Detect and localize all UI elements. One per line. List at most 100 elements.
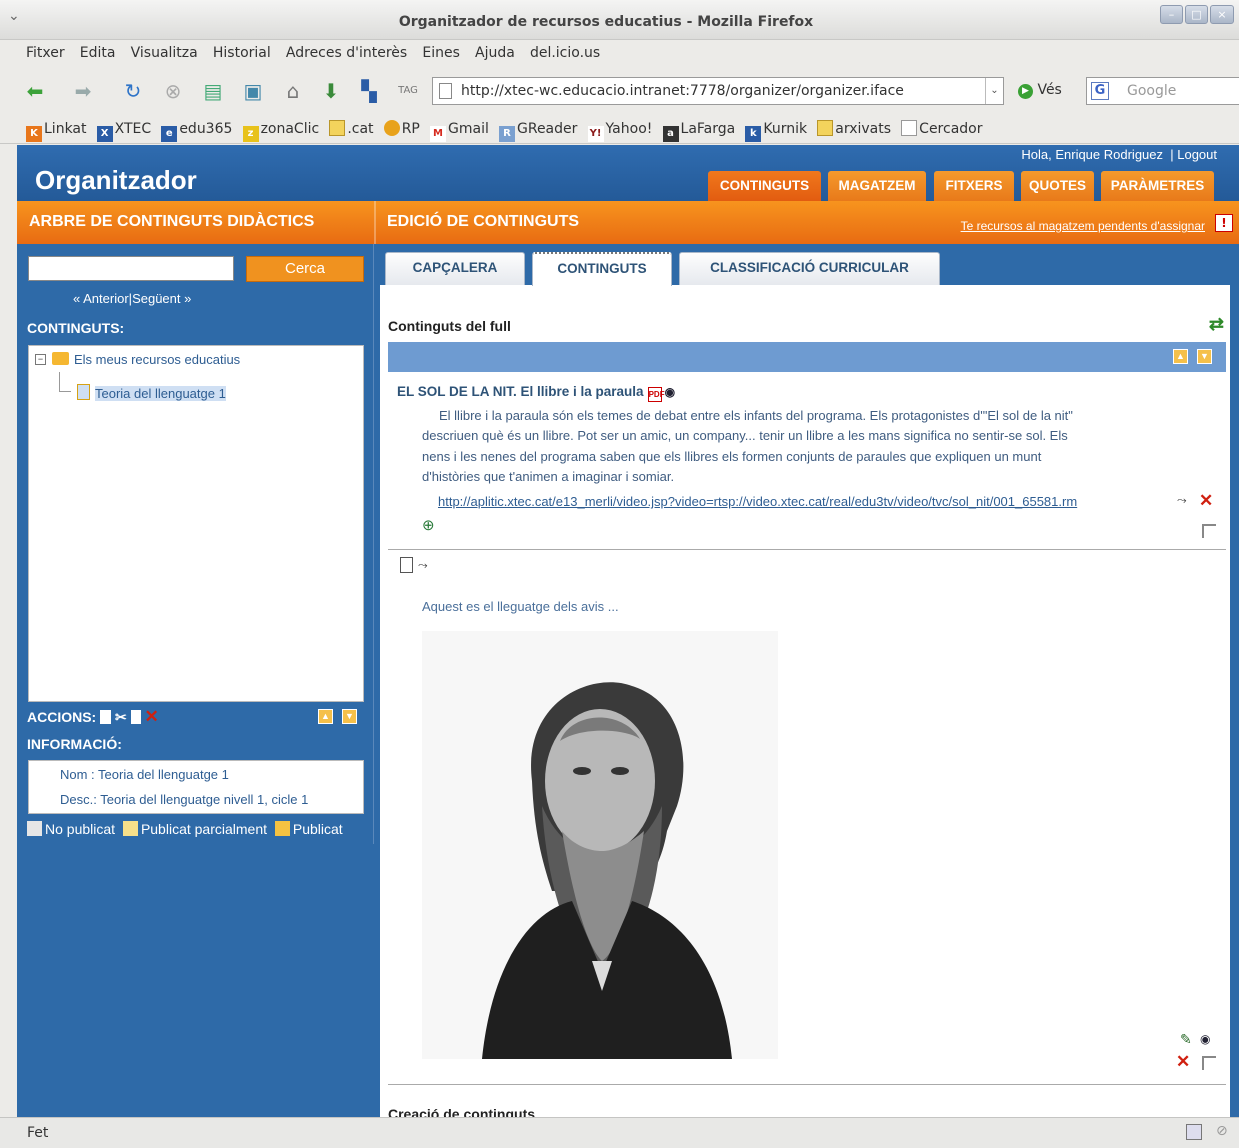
bookmark-label: Gmail <box>448 121 489 137</box>
url-bar[interactable]: http://xtec-wc.educacio.intranet:7778/or… <box>432 77 1004 105</box>
menu-historial[interactable]: Historial <box>213 40 271 66</box>
view-icon[interactable]: ◉ <box>1200 1032 1210 1046</box>
bookmark-label: .cat <box>347 121 374 137</box>
tab-capcalera[interactable]: CAPÇALERA <box>385 252 525 285</box>
reload-icon[interactable]: ↻ <box>120 78 146 104</box>
left-panel-title: ARBRE DE CONTINGUTS DIDÀCTICS <box>29 213 315 230</box>
bookmark-gmail[interactable]: M Gmail <box>430 116 489 142</box>
bookmark-xtec[interactable]: X XTEC <box>96 116 151 142</box>
google-icon[interactable]: G <box>1091 82 1109 100</box>
back-icon[interactable]: ⬅ <box>22 78 48 104</box>
folder-icon <box>329 120 346 136</box>
tab-fitxers[interactable]: FITXERS <box>934 171 1014 201</box>
tree-node-root[interactable]: − Els meus recursos educatius <box>35 352 240 367</box>
popup-icon[interactable] <box>1186 1124 1202 1140</box>
logout-link[interactable]: Logout <box>1177 147 1217 162</box>
bookmark-label: RP <box>401 121 420 137</box>
bookmark-label: arxivats <box>835 121 892 137</box>
divider <box>374 201 376 244</box>
menu-adreces[interactable]: Adreces d'interès <box>286 40 407 66</box>
tree-node-child[interactable]: Teoria del llenguatge 1 <box>77 384 226 401</box>
tab-magatzem[interactable]: MAGATZEM <box>828 171 926 201</box>
move-up-icon[interactable]: ▲ <box>318 709 333 724</box>
x-icon: X <box>96 126 113 142</box>
tag-icon[interactable]: TAG <box>395 78 421 104</box>
bookmark-yahoo[interactable]: Y! Yahoo! <box>587 116 652 142</box>
tab-continguts[interactable]: CONTINGUTS <box>708 171 821 201</box>
pending-resources-link[interactable]: Te recursos al magatzem pendents d'assig… <box>961 219 1205 233</box>
warning-icon[interactable]: ! <box>1215 214 1233 232</box>
menu-delicious[interactable]: del.icio.us <box>530 40 600 66</box>
download-icon[interactable]: ⬇ <box>318 78 344 104</box>
maximize-icon[interactable]: □ <box>1185 5 1208 24</box>
bookmark-cat[interactable]: .cat <box>329 116 374 142</box>
bookmark-linkat[interactable]: K Linkat <box>26 116 87 142</box>
move-down-icon[interactable]: ▼ <box>1197 349 1212 364</box>
bookmark-greader[interactable]: R GReader <box>499 116 577 142</box>
delete-icon[interactable]: ✕ <box>145 707 159 726</box>
new-tab-icon[interactable]: ▣ <box>240 78 266 104</box>
bookmark-arxivats[interactable]: arxivats <box>817 116 891 142</box>
bookmark-label: zonaClic <box>260 121 320 137</box>
sidebar-icon[interactable]: ▚ <box>356 78 382 104</box>
bookmark-lafarga[interactable]: a LaFarga <box>662 116 735 142</box>
legend-swatch <box>122 821 138 836</box>
paste-icon[interactable] <box>130 710 141 724</box>
cut-icon[interactable]: ✂ <box>115 709 127 725</box>
select-checkbox[interactable] <box>1202 524 1216 538</box>
next-icon[interactable]: » <box>184 291 191 306</box>
search-button[interactable]: Cerca <box>246 256 364 282</box>
tab-parametres[interactable]: PARÀMETRES <box>1101 171 1214 201</box>
web-resource-icon[interactable]: ⊕ <box>422 516 435 534</box>
menu-ajuda[interactable]: Ajuda <box>475 40 515 66</box>
edit-icon[interactable]: ✎ <box>1180 1031 1192 1048</box>
left-panel: Cerca « Anterior|Següent » CONTINGUTS: −… <box>17 244 374 1117</box>
tree-search-input[interactable] <box>28 256 234 281</box>
view-icon[interactable]: ◉ <box>665 385 675 399</box>
hide-icon[interactable]: ⤳ <box>1177 493 1187 508</box>
minimize-icon[interactable]: – <box>1160 5 1183 24</box>
web-search-input[interactable]: G Google <box>1086 77 1239 105</box>
hide-icon[interactable]: ⤳ <box>418 558 428 573</box>
bookmark-zonaclic[interactable]: z zonaClic <box>242 116 320 142</box>
delete-item-icon[interactable]: ✕ <box>1199 491 1213 511</box>
bookmark-edu365[interactable]: e edu365 <box>161 116 232 142</box>
menu-visualitza[interactable]: Visualitza <box>131 40 198 66</box>
page-scrollbar[interactable] <box>1230 244 1239 1117</box>
right-panel-title: EDICIÓ DE CONTINGUTS <box>387 213 580 230</box>
move-down-icon[interactable]: ▼ <box>342 709 357 724</box>
bookmark-cercador[interactable]: Cercador <box>901 116 983 142</box>
move-up-icon[interactable]: ▲ <box>1173 349 1188 364</box>
k-icon: k <box>745 126 762 142</box>
select-checkbox[interactable] <box>1202 1056 1216 1070</box>
tab-continguts-edit[interactable]: CONTINGUTS <box>532 252 672 286</box>
content-tree: − Els meus recursos educatius Teoria del … <box>28 345 364 702</box>
feed-icon: R <box>499 126 515 142</box>
menu-eines[interactable]: Eines <box>422 40 460 66</box>
text-document-icon[interactable] <box>400 557 413 573</box>
tab-classificacio[interactable]: CLASSIFICACIÓ CURRICULAR <box>679 252 940 285</box>
tab-quotes[interactable]: QUOTES <box>1021 171 1094 201</box>
prev-icon[interactable]: « <box>73 291 80 306</box>
go-button[interactable]: ▶ Vés <box>1018 82 1062 99</box>
stop-icon[interactable]: ⊗ <box>160 78 186 104</box>
url-dropdown-icon[interactable]: ⌄ <box>985 78 1003 104</box>
bookmark-kurnik[interactable]: k Kurnik <box>745 116 807 142</box>
desc-line: descriuen què és un llibre. Pot ser un a… <box>422 428 1068 444</box>
delete-item-icon[interactable]: ✕ <box>1176 1052 1190 1072</box>
bookmark-rp[interactable]: RP <box>383 116 420 142</box>
menu-edita[interactable]: Edita <box>80 40 116 66</box>
pdf-icon[interactable]: PDF <box>647 387 665 402</box>
video-link[interactable]: http://aplitic.xtec.cat/e13_merli/video.… <box>438 494 1077 509</box>
close-icon[interactable]: × <box>1210 5 1234 24</box>
bookmark-label: GReader <box>517 121 578 137</box>
next-link[interactable]: Següent <box>132 291 180 306</box>
new-document-icon[interactable] <box>100 710 112 724</box>
collapse-icon[interactable]: − <box>35 354 46 365</box>
print-icon[interactable]: ▤ <box>200 78 226 104</box>
menu-fitxer[interactable]: Fitxer <box>26 40 65 66</box>
forward-icon[interactable]: ➡ <box>70 78 96 104</box>
home-icon[interactable]: ⌂ <box>280 78 306 104</box>
prev-link[interactable]: Anterior <box>83 291 129 306</box>
refresh-icon[interactable]: ⇄ <box>1209 314 1224 335</box>
